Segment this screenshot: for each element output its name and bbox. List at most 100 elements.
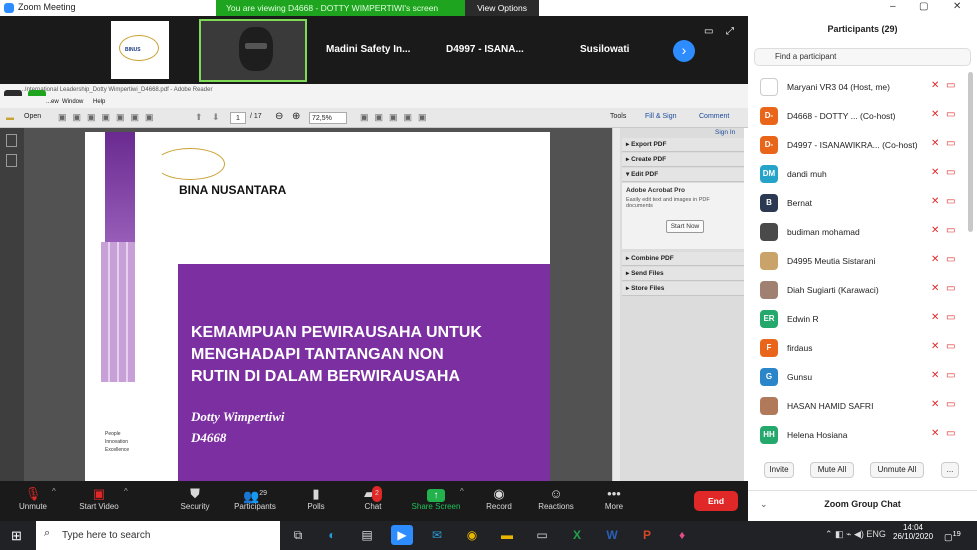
fill-sign-button[interactable]: Fill & Sign bbox=[645, 113, 677, 120]
participant-avatar bbox=[760, 281, 778, 299]
promo-text: Easily edit text and images in PDF docum… bbox=[626, 197, 710, 209]
participant-avatar: F bbox=[760, 339, 778, 357]
menu-view[interactable]: ...ew bbox=[46, 96, 59, 108]
taskbar-search-input[interactable]: Type here to search bbox=[36, 521, 280, 550]
menu-help[interactable]: Help bbox=[93, 96, 105, 108]
view-options-button[interactable]: View Options bbox=[465, 0, 539, 16]
page-thumbnails-icon[interactable] bbox=[6, 134, 17, 147]
muted-mic-icon: ✕ bbox=[931, 225, 940, 236]
muted-mic-icon: ✕ bbox=[931, 312, 940, 323]
store-icon[interactable]: ▤ bbox=[356, 525, 378, 545]
participant-avatar bbox=[760, 223, 778, 241]
participant-row[interactable]: Maryani VR3 04 (Host, me) ✕ ▭ bbox=[748, 73, 977, 102]
edit-pdf-section[interactable]: ▾ Edit PDF bbox=[622, 168, 744, 182]
participant-row[interactable]: DM dandi muh ✕ ▭ bbox=[748, 160, 977, 189]
windows-start-icon[interactable]: ⊞ bbox=[11, 528, 22, 544]
active-speaker-video[interactable] bbox=[199, 19, 307, 82]
mute-all-button[interactable]: Mute All bbox=[810, 462, 854, 478]
start-now-button[interactable]: Start Now bbox=[666, 220, 704, 233]
record-button[interactable]: ◉ Record bbox=[469, 486, 529, 511]
participant-row[interactable]: D4995 Meutia Sistarani ✕ ▭ bbox=[748, 247, 977, 276]
participants-icon: 👥29 bbox=[243, 488, 267, 504]
video-options-chevron-icon[interactable]: ^ bbox=[124, 487, 128, 496]
participant-list-scrollbar[interactable] bbox=[968, 72, 973, 232]
export-pdf-section[interactable]: ▸ Export PDF bbox=[622, 138, 744, 152]
menu-window[interactable]: Window bbox=[62, 96, 83, 108]
tools-button[interactable]: Tools bbox=[610, 113, 626, 120]
participant-row[interactable]: ER Edwin R ✕ ▭ bbox=[748, 305, 977, 334]
participant-row[interactable]: Ffirdaus ✕ ▭ bbox=[748, 334, 977, 363]
store-files-section[interactable]: ▸ Store Files bbox=[622, 282, 744, 296]
participants-button[interactable]: 👥29 Participants bbox=[225, 486, 285, 511]
more-options-button[interactable]: ... bbox=[941, 462, 959, 478]
minimize-icon[interactable]: – bbox=[890, 1, 896, 12]
end-meeting-button[interactable]: End bbox=[694, 491, 738, 511]
more-button[interactable]: ••• More bbox=[584, 486, 644, 511]
shared-screen: ...International Leadership_Dotty Wimper… bbox=[0, 84, 748, 481]
participant-row[interactable]: HH Helena Hosiana ✕ ▭ bbox=[748, 421, 977, 450]
sign-in-link[interactable]: Sign In bbox=[715, 129, 735, 136]
unmute-all-button[interactable]: Unmute All bbox=[870, 462, 924, 478]
polls-button[interactable]: ▮ Polls bbox=[286, 486, 346, 511]
view-tools-icons[interactable]: ▣▣▣▣▣ bbox=[360, 112, 433, 123]
combine-pdf-section[interactable]: ▸ Combine PDF bbox=[622, 252, 744, 266]
participant-name: Bernat bbox=[787, 198, 813, 208]
comment-button[interactable]: Comment bbox=[699, 113, 729, 120]
participant-row[interactable]: B Bernat ✕ ▭ bbox=[748, 189, 977, 218]
share-options-chevron-icon[interactable]: ^ bbox=[460, 487, 464, 496]
next-page-icon[interactable]: ⬇ bbox=[212, 112, 220, 123]
reactions-icon: ☺ bbox=[549, 486, 563, 501]
system-tray-icons[interactable]: ⌃ ◧ ⌁ ◀) ENG bbox=[825, 529, 886, 540]
zoom-app-icon[interactable]: ▶ bbox=[391, 525, 413, 545]
security-button[interactable]: ⛊ Security bbox=[165, 486, 225, 511]
participant-row[interactable]: G Gunsu ✕ ▭ bbox=[748, 363, 977, 392]
close-icon[interactable]: ✕ bbox=[953, 1, 961, 12]
chrome-icon[interactable]: ◉ bbox=[461, 525, 483, 545]
zoom-out-icon[interactable]: ⊖ bbox=[275, 111, 283, 122]
zoom-select[interactable]: 72,5% bbox=[309, 112, 347, 124]
participants-panel: Participants (29) ⌕ Find a participant M… bbox=[748, 16, 977, 521]
participant-row[interactable]: HASAN HAMID SAFRI ✕ ▭ bbox=[748, 392, 977, 421]
participant-row[interactable]: D- D4997 - ISANAWIKRA... (Co-host) ✕ ▭ bbox=[748, 131, 977, 160]
acrobat-reader-icon[interactable]: ▭ bbox=[531, 525, 553, 545]
maximize-icon[interactable]: ▢ bbox=[919, 1, 928, 12]
next-thumbnails-button[interactable]: › bbox=[673, 40, 695, 62]
fullscreen-icon[interactable]: ⤢ bbox=[726, 26, 734, 37]
taskbar-search-icon: ⌕ bbox=[44, 527, 51, 539]
pdf-scrollbar[interactable] bbox=[612, 128, 620, 481]
page-number-input[interactable]: 1 bbox=[230, 112, 246, 124]
attachments-icon[interactable] bbox=[6, 154, 17, 167]
prev-page-icon[interactable]: ⬆ bbox=[195, 112, 203, 123]
word-icon[interactable]: W bbox=[601, 525, 623, 545]
send-files-section[interactable]: ▸ Send Files bbox=[622, 267, 744, 281]
chat-button[interactable]: ▰2 Chat bbox=[343, 486, 403, 511]
reactions-button[interactable]: ☺ Reactions bbox=[526, 486, 586, 511]
find-participant-input[interactable]: Find a participant bbox=[754, 48, 971, 66]
task-view-icon[interactable]: ⧉ bbox=[287, 525, 309, 545]
open-button[interactable]: Open bbox=[24, 113, 41, 120]
app-flame-icon[interactable]: ♦ bbox=[671, 525, 693, 545]
file-explorer-icon[interactable]: ▬ bbox=[496, 525, 518, 545]
share-screen-button[interactable]: ↑ Share Screen bbox=[406, 486, 466, 511]
invite-button[interactable]: Invite bbox=[764, 462, 794, 478]
clock-date: 26/10/2020 bbox=[893, 532, 934, 541]
share-screen-label: Share Screen bbox=[411, 502, 461, 511]
audio-options-chevron-icon[interactable]: ^ bbox=[52, 487, 56, 496]
mail-icon[interactable]: ✉ bbox=[426, 525, 448, 545]
zoom-in-icon[interactable]: ⊕ bbox=[292, 111, 300, 122]
participant-row[interactable]: Diah Sugiarti (Karawaci) ✕ ▭ bbox=[748, 276, 977, 305]
create-pdf-section[interactable]: ▸ Create PDF bbox=[622, 153, 744, 167]
thumbnail-name-3: Susilowati bbox=[580, 44, 630, 55]
start-video-button[interactable]: ▣ Start Video bbox=[69, 486, 129, 511]
slide-author: Dotty Wimpertiwi bbox=[191, 409, 285, 424]
participant-row[interactable]: D- D4668 - DOTTY ... (Co-host) ✕ ▭ bbox=[748, 102, 977, 131]
powerpoint-icon[interactable]: P bbox=[636, 525, 658, 545]
excel-icon[interactable]: X bbox=[566, 525, 588, 545]
taskbar-clock[interactable]: 14:04 26/10/2020 bbox=[893, 523, 933, 541]
slide-tagline: People Innovation Excellence bbox=[105, 431, 130, 453]
toolbar-icons[interactable]: ▣▣▣▣▣▣▣ bbox=[58, 112, 160, 123]
minimize-thumbnails-icon[interactable]: ▭ bbox=[704, 26, 713, 37]
participant-row[interactable]: budiman mohamad ✕ ▭ bbox=[748, 218, 977, 247]
notification-center-icon[interactable]: ▢19 bbox=[944, 529, 961, 543]
edge-icon[interactable]: ◐ bbox=[321, 525, 343, 545]
